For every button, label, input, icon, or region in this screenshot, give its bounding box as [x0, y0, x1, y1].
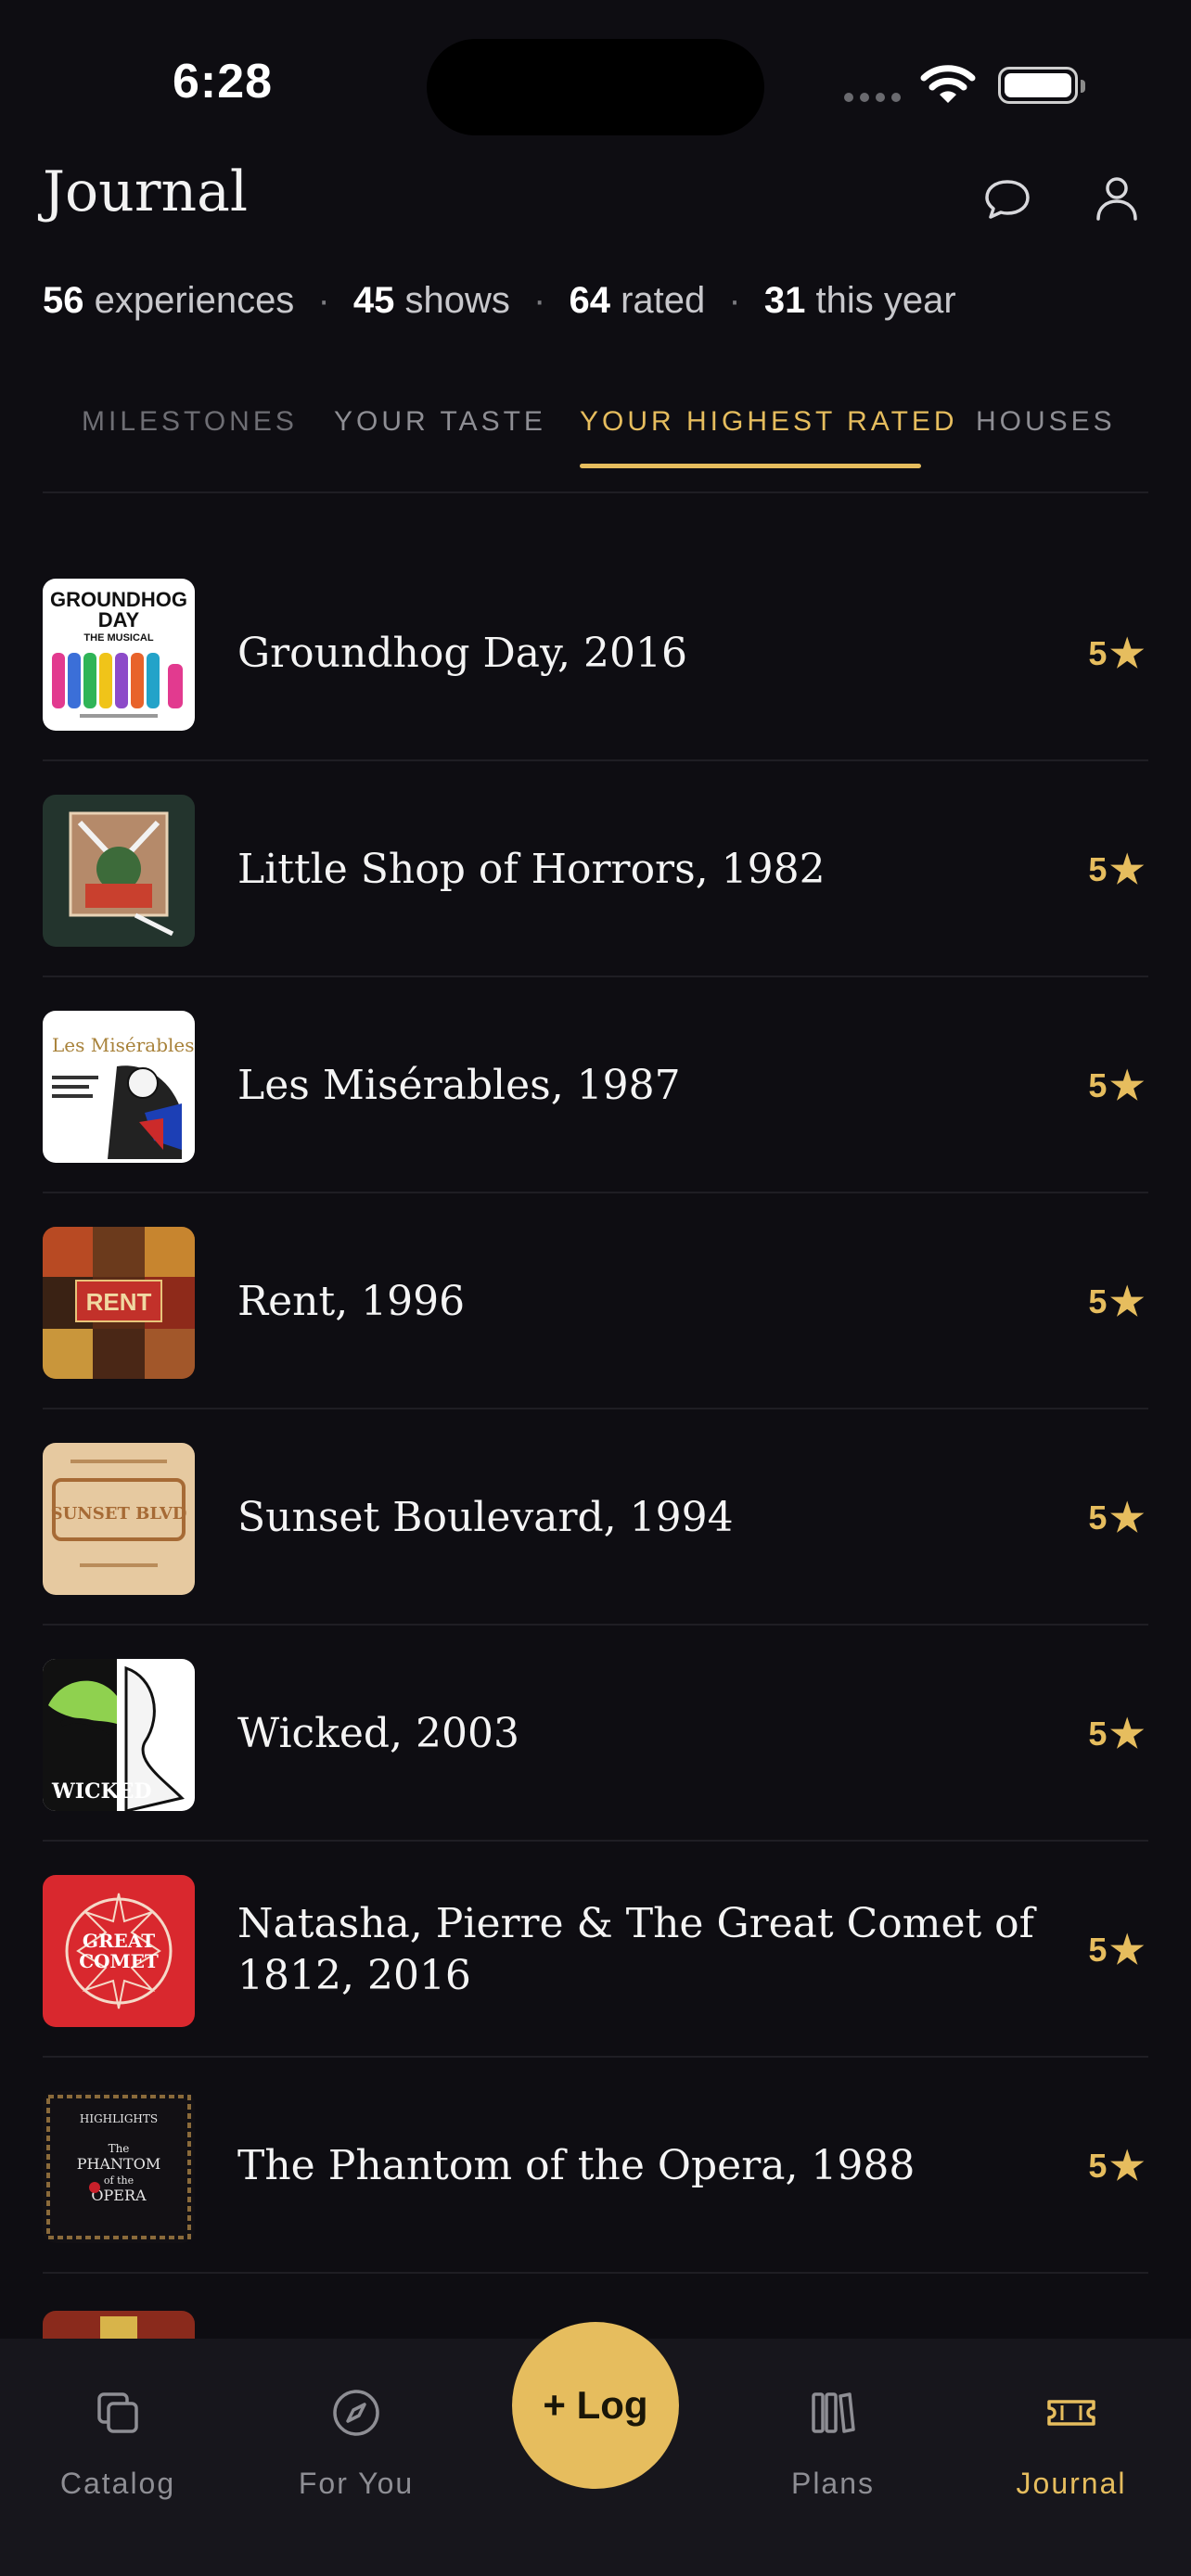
cover-text: RENT: [86, 1288, 152, 1316]
cover-art-next-item[interactable]: [43, 2311, 195, 2339]
list-item[interactable]: Les Misérables Les Misérables, 1987 5 ★: [0, 977, 1191, 1193]
cover-art-wicked: WICKED: [43, 1659, 195, 1811]
nav-journal-label: Journal: [1016, 2467, 1127, 2500]
star-icon: ★: [1109, 631, 1145, 675]
cover-text: THE MUSICAL: [83, 632, 153, 644]
rating-value: 5: [1088, 633, 1108, 672]
journal-tabs: MILESTONES YOUR TASTE YOUR HIGHEST RATED…: [0, 399, 1191, 491]
rating-value: 5: [1088, 1930, 1108, 1969]
log-button[interactable]: + Log: [512, 2322, 679, 2489]
list-item[interactable]: GROUNDHOG DAY THE MUSICAL Groundhog Day,…: [0, 545, 1191, 761]
chat-bubble-icon[interactable]: [981, 172, 1033, 224]
cover-text: COMET: [79, 1950, 159, 1972]
show-title: Natasha, Pierre & The Great Comet of 181…: [237, 1899, 1034, 1999]
rating-badge: 5 ★: [1088, 977, 1145, 1193]
cover-text: of the: [104, 2174, 134, 2187]
page-title: Journal: [43, 159, 249, 224]
row-divider: [43, 2272, 1148, 2274]
stat-shows-label: shows: [404, 280, 510, 321]
list-item[interactable]: GREAT COMET Natasha, Pierre & The Great …: [0, 1842, 1191, 2058]
show-title: Little Shop of Horrors, 1982: [237, 845, 826, 893]
stat-experiences-label: experiences: [94, 280, 295, 321]
rating-value: 5: [1088, 1065, 1108, 1104]
stat-experiences-count: 56: [43, 280, 84, 321]
stat-this-year-count: 31: [763, 280, 806, 321]
cover-art-groundhog-day: GROUNDHOG DAY THE MUSICAL: [43, 579, 195, 731]
status-bar: 6:28: [0, 0, 1191, 139]
list-item[interactable]: Little Shop of Horrors, 1982 5 ★: [0, 761, 1191, 977]
list-item[interactable]: WICKED Wicked, 2003 5 ★: [0, 1626, 1191, 1842]
rating-badge: 5 ★: [1088, 545, 1145, 761]
rating-value: 5: [1088, 1282, 1108, 1320]
cover-art-sunset-boulevard: SUNSET BLVD: [43, 1443, 195, 1595]
star-icon: ★: [1109, 2144, 1145, 2187]
cover-art-phantom-of-the-opera: HIGHLIGHTS The PHANTOM of the OPERA: [43, 2091, 195, 2243]
star-icon: ★: [1109, 1712, 1145, 1755]
rating-badge: 5 ★: [1088, 1193, 1145, 1409]
highest-rated-list: GROUNDHOG DAY THE MUSICAL Groundhog Day,…: [0, 545, 1191, 2274]
show-title: Sunset Boulevard, 1994: [237, 1493, 734, 1541]
star-icon: ★: [1109, 1496, 1145, 1539]
battery-icon: [998, 67, 1085, 104]
stat-rated-label: rated: [621, 280, 706, 321]
show-title: Les Misérables, 1987: [237, 1061, 681, 1109]
stat-rated-count: 64: [569, 280, 610, 321]
cover-art-rent: RENT: [43, 1227, 195, 1379]
rating-badge: 5 ★: [1088, 2058, 1145, 2274]
star-icon: ★: [1109, 1064, 1145, 1107]
rating-badge: 5 ★: [1088, 1626, 1145, 1842]
dynamic-island: [427, 39, 764, 135]
journal-stats: 56 experiences · 45 shows · 64 rated · 3…: [43, 280, 956, 321]
rating-value: 5: [1088, 1714, 1108, 1753]
wifi-icon: [920, 65, 976, 103]
plans-icon: [812, 2392, 855, 2433]
star-icon: ★: [1109, 848, 1145, 891]
show-title: Wicked, 2003: [237, 1709, 519, 1757]
cover-text: WICKED: [51, 1779, 151, 1804]
tab-milestones[interactable]: MILESTONES: [82, 406, 298, 438]
list-item[interactable]: HIGHLIGHTS The PHANTOM of the OPERA The …: [0, 2058, 1191, 2274]
cover-text: The: [109, 2142, 130, 2155]
tab-your-taste[interactable]: YOUR TASTE: [334, 406, 546, 438]
tabs-divider: [43, 491, 1148, 493]
rating-badge: 5 ★: [1088, 1842, 1145, 2058]
cover-text: Les Misérables: [52, 1034, 195, 1056]
compass-icon: [333, 2390, 379, 2436]
list-item[interactable]: RENT Rent, 1996 5 ★: [0, 1193, 1191, 1409]
show-title: The Phantom of the Opera, 1988: [237, 2141, 916, 2189]
rating-value: 5: [1088, 849, 1108, 888]
star-icon: ★: [1109, 1928, 1145, 1971]
list-item[interactable]: SUNSET BLVD Sunset Boulevard, 1994 5 ★: [0, 1409, 1191, 1626]
show-title: Rent, 1996: [237, 1277, 466, 1325]
stat-this-year-label: this year: [815, 280, 956, 321]
catalog-icon: [97, 2392, 138, 2433]
status-time: 6:28: [173, 55, 274, 108]
cover-art-les-miserables: Les Misérables: [43, 1011, 195, 1163]
tab-houses[interactable]: HOUSES: [976, 406, 1116, 438]
rating-value: 5: [1088, 2146, 1108, 2185]
cover-text: DAY: [98, 608, 140, 631]
active-tab-indicator: [580, 464, 921, 468]
tab-your-highest-rated[interactable]: YOUR HIGHEST RATED: [580, 406, 958, 438]
stat-shows-count: 45: [352, 280, 395, 321]
cover-text: SUNSET BLVD: [51, 1504, 187, 1524]
star-icon: ★: [1109, 1280, 1145, 1323]
rating-badge: 5 ★: [1088, 1409, 1145, 1626]
profile-icon[interactable]: [1091, 172, 1143, 224]
rating-value: 5: [1088, 1498, 1108, 1537]
cover-text: PHANTOM: [77, 2155, 160, 2173]
cover-art-little-shop-of-horrors: [43, 795, 195, 947]
nav-plans-label: Plans: [790, 2467, 876, 2500]
show-title: Groundhog Day, 2016: [237, 629, 687, 677]
cover-text: HIGHLIGHTS: [80, 2112, 158, 2125]
cover-text: GREAT: [83, 1930, 155, 1952]
nav-for-you-label: For You: [298, 2467, 415, 2500]
rating-badge: 5 ★: [1088, 761, 1145, 977]
nav-catalog-label: Catalog: [59, 2467, 176, 2500]
cover-art-great-comet: GREAT COMET: [43, 1875, 195, 2027]
ticket-icon: [1047, 2400, 1095, 2426]
cellular-signal-icon: [844, 93, 901, 102]
